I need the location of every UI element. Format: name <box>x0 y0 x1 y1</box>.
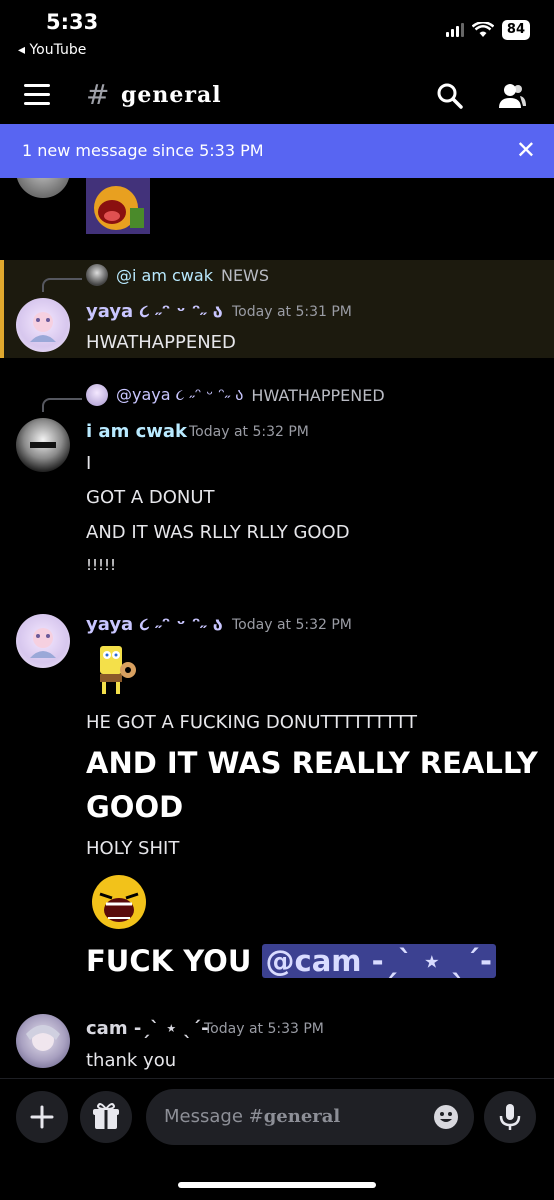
message-timestamp: Today at 5:33 PM <box>204 1021 324 1037</box>
reply-connector <box>42 398 82 412</box>
reply-text: NEWS <box>220 265 270 285</box>
reply-preview[interactable]: @yaya ૮ ˶ᵔ ᵕ ᵔ˶ ა HWATHAPPENED <box>86 384 385 406</box>
avatar[interactable] <box>16 1014 70 1068</box>
reply-connector <box>42 278 82 292</box>
message-heading: AND IT WAS REALLY REALLY <box>86 746 538 780</box>
message-text: AND IT WAS RLLY RLLY GOOD <box>86 522 350 543</box>
back-to-app-link[interactable]: ◂ YouTube <box>18 42 86 58</box>
spongebob-sticker[interactable] <box>86 640 142 698</box>
emoji-icon[interactable] <box>432 1103 460 1131</box>
avatar[interactable] <box>16 614 70 668</box>
gift-button[interactable] <box>80 1091 132 1143</box>
avatar[interactable] <box>16 418 70 472</box>
new-messages-text: 1 new message since 5:33 PM <box>22 141 264 160</box>
message-author[interactable]: i am cwak <box>86 421 187 442</box>
message-text: HWATHAPPENED <box>86 332 236 353</box>
reply-author: @i am cwak <box>116 265 213 285</box>
message-list[interactable]: @i am cwak NEWS yaya ૮ ˶ᵔ ᵕ ᵔ˶ ა Today a… <box>0 178 554 1078</box>
message-text: GOT A DONUT <box>86 487 215 508</box>
microphone-icon <box>499 1104 521 1130</box>
message-timestamp: Today at 5:31 PM <box>232 304 352 320</box>
channel-header: # general <box>0 70 554 124</box>
reply-avatar <box>86 384 108 406</box>
home-indicator[interactable] <box>178 1182 376 1188</box>
new-messages-banner[interactable]: 1 new message since 5:33 PM ✕ <box>0 124 554 178</box>
battery-indicator: 84 <box>501 20 530 40</box>
message-author[interactable]: yaya ૮ ˶ᵔ ᵕ ᵔ˶ ა <box>86 614 223 635</box>
message-heading: FUCK YOU @cam -ˏˋ ⋆ ˎˊ- <box>86 944 496 978</box>
members-icon[interactable] <box>494 78 530 114</box>
message-input-placeholder: Message #general <box>164 1106 341 1127</box>
reply-preview[interactable]: @i am cwak NEWS <box>86 264 269 286</box>
message-text: !!!!! <box>86 556 117 574</box>
message-text: thank you <box>86 1050 177 1071</box>
message-text: I <box>86 453 92 474</box>
cellular-signal-icon <box>445 23 464 37</box>
message-text-fragment: FUCK YOU <box>86 944 252 978</box>
message-author[interactable]: yaya ૮ ˶ᵔ ᵕ ᵔ˶ ა <box>86 301 223 322</box>
search-icon[interactable] <box>432 78 468 114</box>
avatar[interactable] <box>16 178 70 198</box>
voice-message-button[interactable] <box>484 1091 536 1143</box>
status-bar: 5:33 ◂ YouTube 84 <box>0 0 554 70</box>
status-icons: 84 <box>445 20 530 40</box>
message-input[interactable]: Message #general <box>146 1089 474 1145</box>
message-text: HOLY SHIT <box>86 838 180 859</box>
image-attachment[interactable] <box>86 178 150 234</box>
plus-icon <box>30 1105 54 1129</box>
menu-icon[interactable] <box>24 84 50 106</box>
message-heading: GOOD <box>86 790 184 824</box>
add-attachment-button[interactable] <box>16 1091 68 1143</box>
reply-author: @yaya ૮ ˶ᵔ ᵕ ᵔ˶ ა <box>116 385 244 404</box>
close-icon[interactable]: ✕ <box>516 136 536 164</box>
avatar[interactable] <box>16 298 70 352</box>
screaming-emoji[interactable] <box>86 872 152 932</box>
channel-hash-icon: # <box>86 78 110 111</box>
message-author[interactable]: cam -ˏˋ ⋆ ˎˊ- <box>86 1018 209 1039</box>
reply-text: HWATHAPPENED <box>251 385 385 405</box>
gift-icon <box>93 1103 119 1129</box>
reply-avatar <box>86 264 108 286</box>
user-mention[interactable]: @cam -ˏˋ ⋆ ˎˊ- <box>261 944 496 978</box>
clock: 5:33 <box>46 10 99 34</box>
message-text: HE GOT A FUCKING DONUTTTTTTTTT <box>86 712 417 733</box>
message-timestamp: Today at 5:32 PM <box>232 617 352 633</box>
channel-name[interactable]: general <box>121 82 222 108</box>
wifi-icon <box>471 22 494 37</box>
message-timestamp: Today at 5:32 PM <box>189 424 309 440</box>
